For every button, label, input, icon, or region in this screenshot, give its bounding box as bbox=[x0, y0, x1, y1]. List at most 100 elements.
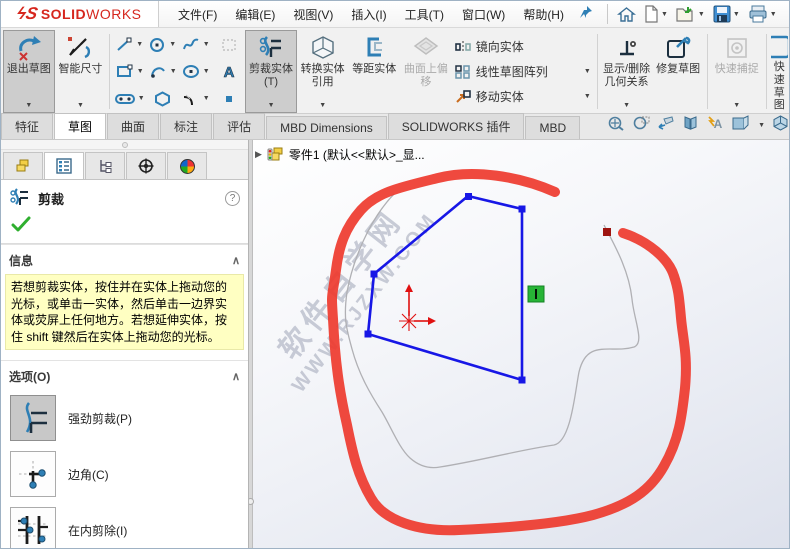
fillet-tool[interactable]: ▼ bbox=[179, 86, 212, 112]
mirror-entities-button[interactable]: 镜向实体 bbox=[452, 36, 594, 57]
circle-tool[interactable]: ▼ bbox=[146, 32, 179, 58]
trim-away-inside-icon[interactable] bbox=[10, 507, 56, 548]
panel-grip[interactable] bbox=[1, 140, 248, 150]
sketch-polygon[interactable] bbox=[366, 194, 524, 382]
tab-features[interactable]: 特征 bbox=[1, 113, 54, 139]
exit-sketch-button[interactable]: 退出草图 ▼ bbox=[3, 30, 55, 113]
menu-help[interactable]: 帮助(H) bbox=[514, 2, 573, 27]
repair-sketch-button[interactable]: 修复草图 bbox=[652, 30, 704, 113]
linear-pattern-caret-icon[interactable]: ▼ bbox=[584, 68, 591, 75]
sketch-vertex-points[interactable] bbox=[364, 193, 526, 384]
zoom-fit-icon[interactable] bbox=[607, 115, 625, 136]
graphics-viewport[interactable]: ▶ 零件1 (默认<<默认>_显... 软件自学网 WWW.RJZXW.COM bbox=[249, 140, 789, 548]
configuration-manager-tab[interactable] bbox=[85, 152, 125, 179]
menu-edit[interactable]: 编辑(E) bbox=[226, 2, 284, 27]
quick-snaps-button: 快速捕捉 ▼ bbox=[711, 30, 763, 113]
exit-sketch-label: 退出草图 bbox=[6, 63, 51, 75]
convert-entities-caret-icon[interactable]: ▼ bbox=[319, 102, 326, 110]
help-icon[interactable]: ? bbox=[225, 190, 240, 206]
spline-tool[interactable]: ▼ bbox=[179, 32, 212, 58]
tab-annotate[interactable]: 标注 bbox=[160, 113, 213, 139]
arc-caret-icon[interactable]: ▼ bbox=[170, 68, 177, 75]
trim-away-inside-option[interactable]: 在内剪除(I) bbox=[1, 502, 248, 548]
menu-window[interactable]: 窗口(W) bbox=[453, 2, 514, 27]
trim-entities-button[interactable]: 剪裁实体(T) ▼ bbox=[245, 30, 297, 113]
linear-pattern-button[interactable]: 线性草图阵列 ▼ bbox=[452, 61, 594, 82]
hide-show-items-icon[interactable]: A bbox=[706, 115, 724, 136]
offset-entities-button[interactable]: 等距实体 bbox=[348, 30, 400, 113]
print-caret-icon[interactable]: ▼ bbox=[770, 11, 777, 18]
move-entities-button[interactable]: 移动实体 ▼ bbox=[452, 86, 594, 107]
trim-entities-caret-icon[interactable]: ▼ bbox=[268, 102, 275, 110]
message-section-header[interactable]: 信息 ∧ bbox=[1, 244, 248, 274]
view-orientation-caret-icon[interactable]: ▼ bbox=[758, 122, 765, 129]
circle-caret-icon[interactable]: ▼ bbox=[169, 41, 176, 48]
ellipse-tool[interactable]: ▼ bbox=[179, 59, 212, 85]
slot-tool[interactable]: ▼ bbox=[113, 86, 146, 112]
display-delete-relations-button[interactable]: 显示/删除几何关系 ▼ bbox=[601, 30, 653, 113]
home-icon[interactable] bbox=[614, 4, 639, 25]
collapse-chevron-icon[interactable]: ∧ bbox=[232, 370, 240, 383]
tab-surfaces[interactable]: 曲面 bbox=[107, 113, 160, 139]
line-caret-icon[interactable]: ▼ bbox=[136, 41, 143, 48]
fillet-caret-icon[interactable]: ▼ bbox=[203, 95, 210, 102]
collapse-chevron-icon[interactable]: ∧ bbox=[232, 254, 240, 267]
display-delete-relations-caret-icon[interactable]: ▼ bbox=[623, 102, 630, 110]
panel-grip-handle-icon[interactable] bbox=[121, 141, 128, 148]
power-trim-option[interactable]: 强劲剪裁(P) bbox=[1, 390, 248, 446]
ok-check-icon[interactable] bbox=[11, 216, 31, 232]
options-section-header[interactable]: 选项(O) ∧ bbox=[1, 360, 248, 390]
section-view-icon[interactable] bbox=[682, 115, 699, 136]
new-file-caret-icon[interactable]: ▼ bbox=[661, 11, 668, 18]
quick-access-toolbar: ▼ ▼ ▼ ▼ bbox=[614, 3, 780, 25]
spline-caret-icon[interactable]: ▼ bbox=[203, 41, 210, 48]
open-file-caret-icon[interactable]: ▼ bbox=[698, 11, 705, 18]
corner-icon[interactable] bbox=[10, 451, 56, 498]
panel-title: 剪裁 bbox=[38, 191, 65, 207]
feature-manager-tab[interactable] bbox=[3, 152, 43, 179]
menu-tools[interactable]: 工具(T) bbox=[396, 2, 453, 27]
rectangle-tool[interactable]: ▼ bbox=[113, 59, 146, 85]
arc-tool[interactable]: ▼ bbox=[146, 59, 179, 85]
slot-caret-icon[interactable]: ▼ bbox=[138, 95, 145, 102]
rapid-sketch-button[interactable]: 快速草图 bbox=[770, 30, 789, 113]
surface-offset-button: 曲面上偏移 bbox=[400, 30, 452, 113]
save-caret-icon[interactable]: ▼ bbox=[733, 11, 740, 18]
rectangle-caret-icon[interactable]: ▼ bbox=[137, 68, 144, 75]
property-manager-tab[interactable] bbox=[44, 152, 84, 179]
ellipse-caret-icon[interactable]: ▼ bbox=[203, 68, 210, 75]
polygon-tool[interactable] bbox=[146, 86, 179, 112]
convert-entities-button[interactable]: 转换实体引用 ▼ bbox=[297, 30, 349, 113]
pin-menu-icon[interactable] bbox=[579, 5, 593, 24]
trimmed-spline-curve[interactable] bbox=[344, 193, 640, 469]
power-trim-icon[interactable] bbox=[10, 395, 56, 442]
smart-dimension-caret-icon[interactable]: ▼ bbox=[77, 102, 84, 110]
menu-insert[interactable]: 插入(I) bbox=[342, 2, 395, 27]
display-style-icon[interactable] bbox=[772, 115, 789, 136]
ds-logo-icon: ϟS bbox=[15, 4, 40, 23]
view-orientation-icon[interactable] bbox=[731, 115, 749, 136]
exit-sketch-caret-icon[interactable]: ▼ bbox=[25, 102, 32, 110]
previous-view-icon[interactable] bbox=[657, 115, 675, 136]
menu-view[interactable]: 视图(V) bbox=[284, 2, 342, 27]
zoom-area-icon[interactable] bbox=[632, 115, 650, 136]
tab-solidworks-addins[interactable]: SOLIDWORKS 插件 bbox=[387, 113, 525, 139]
save-icon[interactable]: ▼ bbox=[710, 3, 743, 25]
tab-evaluate[interactable]: 评估 bbox=[213, 113, 266, 139]
tab-mbd-dimensions[interactable]: MBD Dimensions bbox=[266, 116, 387, 139]
text-tool[interactable]: A bbox=[212, 59, 245, 85]
print-icon[interactable]: ▼ bbox=[745, 3, 780, 25]
menu-file[interactable]: 文件(F) bbox=[169, 2, 226, 27]
dimxpert-manager-tab[interactable] bbox=[126, 152, 166, 179]
new-file-icon[interactable]: ▼ bbox=[641, 3, 671, 25]
display-manager-tab[interactable] bbox=[167, 152, 207, 179]
open-file-icon[interactable]: ▼ bbox=[673, 3, 708, 25]
point-tool[interactable] bbox=[212, 86, 245, 112]
solidworks-logo: ϟS SOLID WORKS bbox=[1, 1, 159, 27]
line-tool[interactable]: ▼ bbox=[113, 32, 146, 58]
smart-dimension-button[interactable]: 智能尺寸 ▼ bbox=[55, 30, 107, 113]
tab-mbd[interactable]: MBD bbox=[525, 116, 581, 139]
tab-sketch[interactable]: 草图 bbox=[54, 113, 107, 139]
move-entities-caret-icon[interactable]: ▼ bbox=[584, 93, 591, 100]
corner-option[interactable]: 边角(C) bbox=[1, 446, 248, 502]
